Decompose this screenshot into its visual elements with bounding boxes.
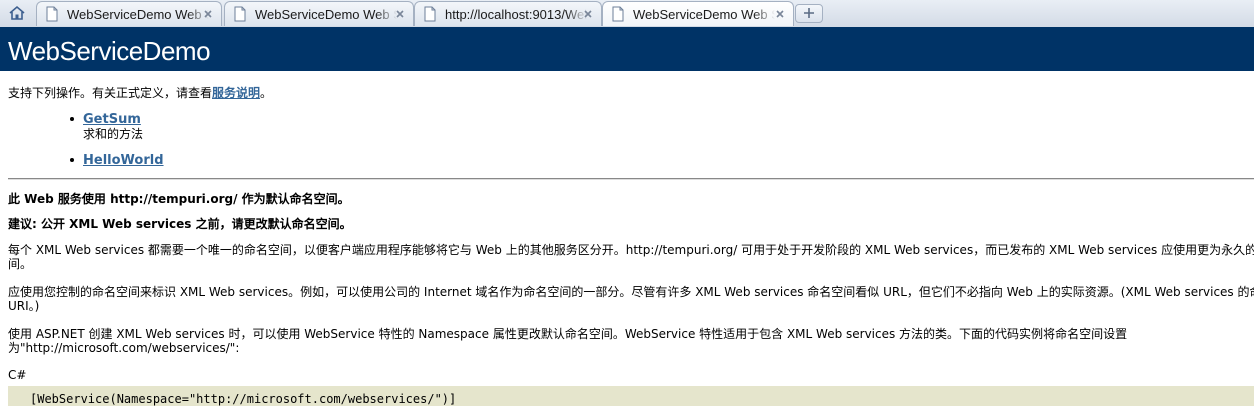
- browser-tab-strip: WebServiceDemo Web Service WebServiceDem…: [0, 0, 1254, 28]
- operation-description: 求和的方法: [83, 127, 144, 141]
- service-description-link[interactable]: 服务说明: [212, 86, 260, 100]
- browser-tab-4-active[interactable]: WebServiceDemo Web Service: [602, 1, 794, 26]
- intro-end: 。: [260, 86, 273, 100]
- list-item: GetSum 求和的方法: [70, 112, 383, 141]
- browser-tab-1[interactable]: WebServiceDemo Web Service: [36, 1, 222, 26]
- page-header: WebServiceDemo: [0, 27, 1254, 71]
- language-label: C#: [8, 368, 27, 382]
- intro-label: 支持下列操作。有关正式定义，请查看: [8, 86, 213, 100]
- para-aspnet-line2: 为"http://microsoft.com/webservices/":: [8, 341, 240, 355]
- page-icon: [233, 6, 247, 22]
- divider: [8, 178, 1254, 180]
- tab-title: WebServiceDemo Web Service: [633, 6, 775, 22]
- namespace-notice: 此 Web 服务使用 http://tempuri.org/ 作为默认命名空间。: [8, 192, 350, 206]
- operation-link-helloworld[interactable]: HelloWorld: [83, 153, 164, 168]
- page-icon: [45, 6, 59, 22]
- close-icon[interactable]: [773, 7, 787, 21]
- para-namespace-control-line2: URI。): [8, 299, 40, 313]
- para-namespace-unique-line1: 每个 XML Web services 都需要一个唯一的命名空间，以便客户端应用…: [8, 243, 1254, 257]
- close-icon[interactable]: [201, 7, 215, 21]
- browser-tab-2[interactable]: WebServiceDemo Web Service: [224, 1, 414, 26]
- list-item: HelloWorld: [70, 153, 383, 168]
- browser-tab-3[interactable]: http://localhost:9013/WebServiceDemo.asm…: [414, 1, 602, 26]
- bullet-icon: [70, 158, 74, 162]
- close-icon[interactable]: [581, 7, 595, 21]
- intro-text: 支持下列操作。有关正式定义，请查看服务说明。: [8, 86, 272, 100]
- plus-icon: [803, 4, 815, 23]
- para-namespace-unique-line2: 间。: [8, 257, 33, 271]
- bullet-icon: [70, 117, 74, 121]
- tab-title: WebServiceDemo Web Service: [67, 6, 209, 22]
- new-tab-button[interactable]: [795, 4, 823, 23]
- code-line: [WebService(Namespace="http://microsoft.…: [30, 392, 457, 406]
- operation-link-getsum[interactable]: GetSum: [83, 112, 141, 127]
- close-icon[interactable]: [393, 7, 407, 21]
- tab-title: http://localhost:9013/WebServiceDemo.asm…: [445, 6, 587, 22]
- page-title: WebServiceDemo: [8, 36, 211, 66]
- recommendation: 建议: 公开 XML Web services 之前，请更改默认命名空间。: [8, 217, 352, 231]
- page-icon: [423, 6, 437, 22]
- home-icon[interactable]: [4, 2, 30, 24]
- para-aspnet-line1: 使用 ASP.NET 创建 XML Web services 时，可以使用 We…: [8, 327, 1128, 341]
- page-icon: [611, 6, 625, 22]
- tab-title: WebServiceDemo Web Service: [255, 6, 397, 22]
- code-sample: [WebService(Namespace="http://microsoft.…: [8, 386, 1254, 406]
- para-namespace-control-line1: 应使用您控制的命名空间来标识 XML Web services。例如，可以使用公…: [8, 285, 1254, 299]
